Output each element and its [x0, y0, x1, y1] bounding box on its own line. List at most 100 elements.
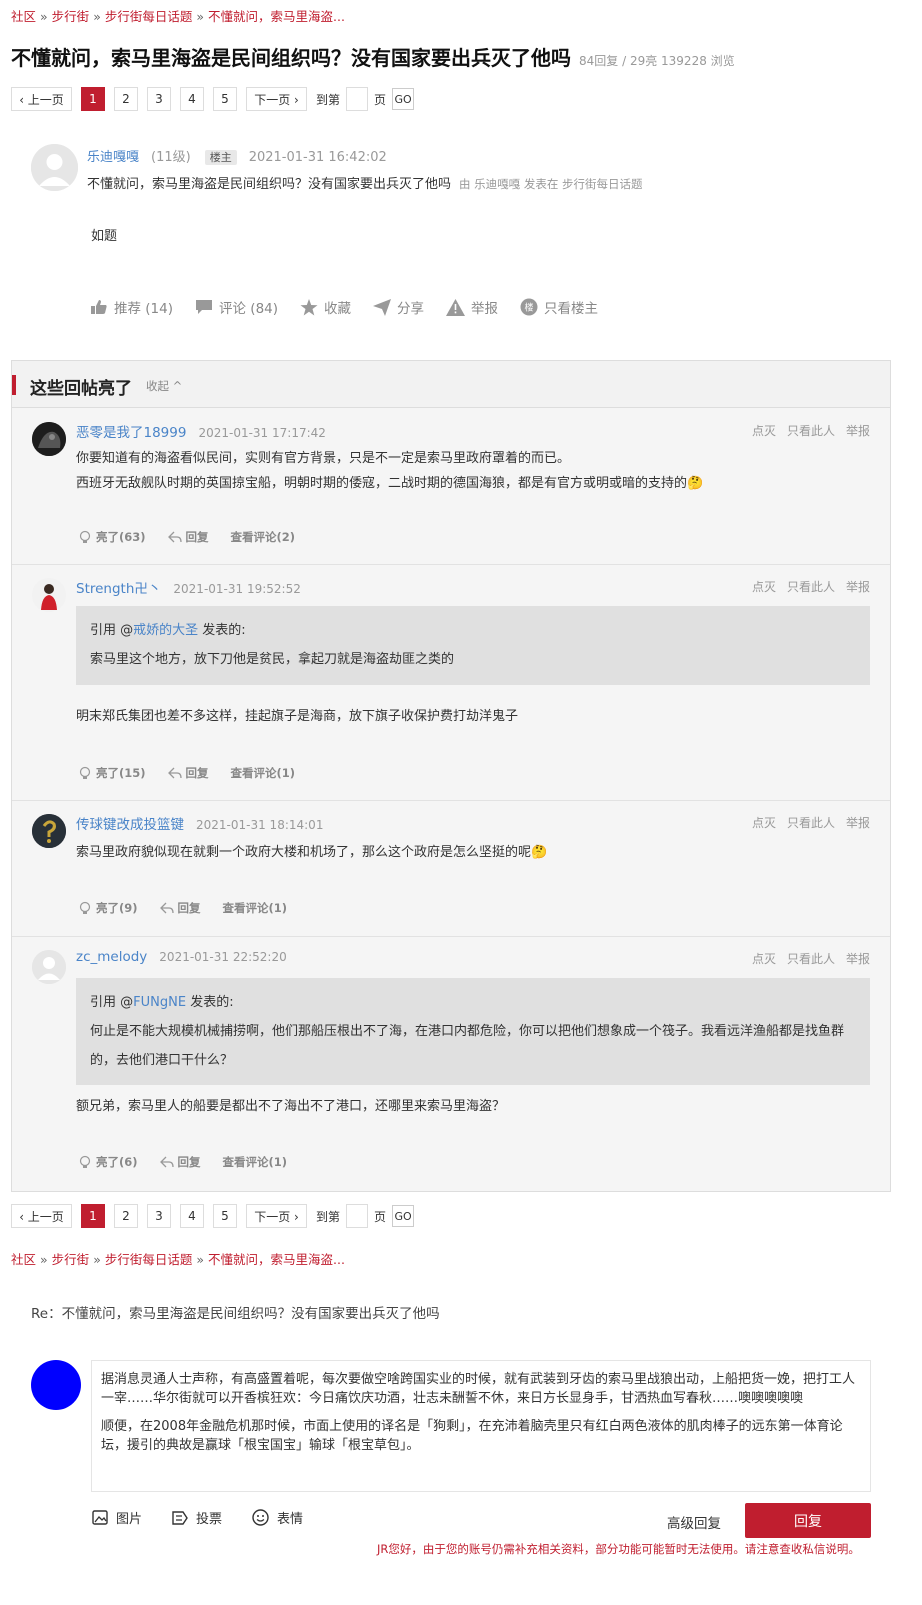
avatar[interactable]	[32, 814, 66, 848]
page-number-input[interactable]	[346, 1204, 369, 1228]
next-page-button[interactable]: 下一页 ›	[246, 1204, 307, 1228]
dislike-link[interactable]: 点灭	[752, 580, 776, 594]
reply-box-title: Re：不懂就问，索马里海盗是民间组织吗？没有国家要出兵灭了他吗	[31, 1306, 440, 1322]
go-button[interactable]: GO	[392, 88, 415, 110]
emoji-button[interactable]: 表情	[252, 1508, 303, 1527]
light-button[interactable]: 亮了(63)	[78, 529, 146, 545]
breadcrumb-link-bxj[interactable]: 步行街	[52, 1252, 90, 1267]
avatar[interactable]	[31, 1360, 81, 1410]
reply-label: 回复	[185, 766, 209, 780]
reply-label: 回复	[185, 530, 209, 544]
reply-line: 西班牙无敌舰队时期的英国掠宝船，明朝时期的倭寇，二战时期的德国海狼，都是有官方或…	[76, 476, 704, 491]
reply-button[interactable]: 回复	[167, 765, 209, 781]
page-1-button[interactable]: 1	[81, 1204, 105, 1228]
advanced-reply-link[interactable]: 高级回复	[667, 1512, 721, 1532]
page-4-button[interactable]: 4	[180, 1204, 204, 1228]
vote-icon	[172, 1510, 188, 1525]
quote-username[interactable]: 戒娇的大圣	[133, 623, 198, 638]
breadcrumb-link-community[interactable]: 社区	[11, 1252, 36, 1267]
report-link[interactable]: 举报	[846, 580, 870, 594]
recommend-button[interactable]: 推荐 (14)	[90, 297, 173, 317]
star-icon	[300, 298, 318, 315]
only-this-user-link[interactable]: 只看此人	[787, 424, 835, 438]
comment-button[interactable]: 评论 (84)	[195, 297, 278, 317]
breadcrumb-current[interactable]: 不懂就问，索马里海盗...	[208, 9, 345, 24]
report-button[interactable]: 举报	[446, 297, 498, 317]
avatar[interactable]	[32, 950, 66, 984]
view-comments-button[interactable]: 查看评论(1)	[223, 1154, 288, 1170]
page-5-button[interactable]: 5	[213, 1204, 237, 1228]
next-page-button[interactable]: 下一页 ›	[246, 87, 307, 111]
lightbulb-icon	[79, 766, 91, 779]
dislike-link[interactable]: 点灭	[752, 424, 776, 438]
submit-reply-button[interactable]: 回复	[745, 1503, 871, 1538]
only-op-button[interactable]: 楼 只看楼主	[520, 297, 598, 317]
prev-page-button[interactable]: ‹ 上一页	[11, 1204, 72, 1228]
avatar[interactable]	[32, 578, 66, 612]
svg-text:楼: 楼	[525, 302, 534, 314]
reply-time: 2021-01-31 19:52:52	[173, 582, 301, 596]
reply-username[interactable]: 恶零是我了18999	[76, 425, 186, 441]
quote-username[interactable]: FUNgNE	[133, 995, 186, 1010]
report-link[interactable]: 举报	[846, 816, 870, 830]
report-link[interactable]: 举报	[846, 952, 870, 966]
light-button[interactable]: 亮了(6)	[78, 1154, 138, 1170]
page-number-input[interactable]	[346, 87, 369, 111]
dislike-link[interactable]: 点灭	[752, 816, 776, 830]
thread-meta: 84回复 / 29亮 139228 浏览	[579, 54, 735, 68]
page-1-button[interactable]: 1	[81, 87, 105, 111]
op-body: 如题	[91, 229, 118, 244]
share-button[interactable]: 分享	[373, 297, 424, 317]
dislike-link[interactable]: 点灭	[752, 952, 776, 966]
reply-content: 明末郑氏集团也差不多这样，挂起旗子是海商，放下旗子收保护费打劫洋鬼子	[76, 704, 876, 729]
image-button[interactable]: 图片	[92, 1508, 142, 1527]
only-this-user-link[interactable]: 只看此人	[787, 952, 835, 966]
reply-arrow-icon	[167, 531, 182, 543]
favorite-button[interactable]: 收藏	[300, 297, 351, 317]
smiley-icon	[252, 1509, 269, 1526]
quote-prefix: 引用 @	[90, 623, 134, 638]
breadcrumb-link-daily-topic[interactable]: 步行街每日话题	[105, 9, 193, 24]
quote-header: 引用 @戒娇的大圣 发表的:	[90, 616, 856, 645]
reply-button[interactable]: 回复	[159, 1154, 201, 1170]
collapse-toggle[interactable]: 收起 ^	[146, 378, 182, 394]
breadcrumb-link-daily-topic[interactable]: 步行街每日话题	[105, 1252, 193, 1267]
page-4-button[interactable]: 4	[180, 87, 204, 111]
view-comments-button[interactable]: 查看评论(1)	[223, 900, 288, 916]
reply-editor[interactable]: 据消息灵通人士声称，有高盛置着呢，每次要做空啥跨国实业的时候，就有武装到牙齿的索…	[91, 1360, 871, 1492]
view-comments-button[interactable]: 查看评论(1)	[231, 765, 296, 781]
breadcrumb-link-bxj[interactable]: 步行街	[52, 9, 90, 24]
reply-username[interactable]: zc_melody	[76, 949, 147, 965]
vote-button[interactable]: 投票	[172, 1508, 222, 1527]
reply-time: 2021-01-31 18:14:01	[196, 818, 324, 832]
op-username[interactable]: 乐迪嘎嘎	[87, 150, 139, 165]
avatar[interactable]	[32, 422, 66, 456]
reply-button[interactable]: 回复	[167, 529, 209, 545]
default-avatar-icon	[31, 144, 78, 191]
prev-page-button[interactable]: ‹ 上一页	[11, 87, 72, 111]
hot-reply: 传球键改成投篮键 2021-01-31 18:14:01 点灭 只看此人 举报 索马里…	[12, 801, 890, 937]
only-this-user-link[interactable]: 只看此人	[787, 580, 835, 594]
op-avatar[interactable]	[31, 144, 78, 191]
share-icon	[373, 298, 392, 316]
page-3-button[interactable]: 3	[147, 87, 171, 111]
op-header: 乐迪嘎嘎 (11级) 楼主 2021-01-31 16:42:02	[87, 146, 387, 165]
breadcrumb-current[interactable]: 不懂就问，索马里海盗...	[208, 1252, 345, 1267]
only-this-user-link[interactable]: 只看此人	[787, 816, 835, 830]
page-2-button[interactable]: 2	[114, 1204, 138, 1228]
report-link[interactable]: 举报	[846, 424, 870, 438]
go-button[interactable]: GO	[392, 1205, 415, 1227]
comment-icon	[196, 300, 213, 314]
view-comments-button[interactable]: 查看评论(2)	[231, 529, 296, 545]
page-3-button[interactable]: 3	[147, 1204, 171, 1228]
reply-username[interactable]: Strength卍丶	[76, 581, 161, 597]
page-2-button[interactable]: 2	[114, 87, 138, 111]
thread-title: 不懂就问，索马里海盗是民间组织吗？没有国家要出兵灭了他吗	[11, 46, 571, 70]
reply-button[interactable]: 回复	[159, 900, 201, 916]
light-button[interactable]: 亮了(15)	[78, 765, 146, 781]
page-5-button[interactable]: 5	[213, 87, 237, 111]
reply-time: 2021-01-31 17:17:42	[198, 426, 326, 440]
light-button[interactable]: 亮了(9)	[78, 900, 138, 916]
breadcrumb-link-community[interactable]: 社区	[11, 9, 36, 24]
reply-username[interactable]: 传球键改成投篮键	[76, 817, 184, 833]
